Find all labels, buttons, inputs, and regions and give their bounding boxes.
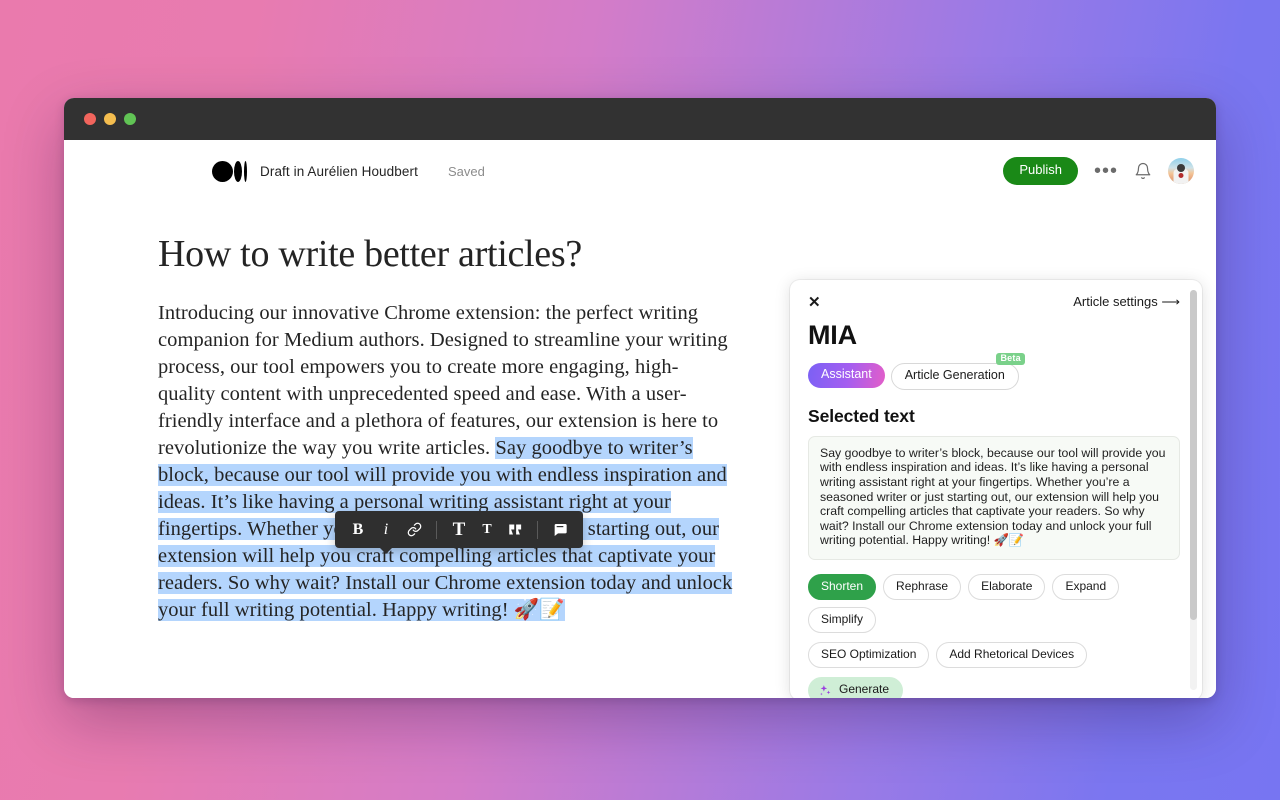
mia-topbar: ✕ Article settings ⟶ bbox=[804, 294, 1180, 310]
mia-panel: ✕ Article settings ⟶ MIA Assistant Artic… bbox=[790, 280, 1202, 698]
action-chips-row-1: Shorten Rephrase Elaborate Expand Simpli… bbox=[808, 573, 1180, 634]
quote-icon bbox=[508, 524, 521, 535]
link-icon bbox=[407, 522, 421, 537]
tab-article-generation[interactable]: Article Generation bbox=[890, 363, 1019, 390]
page-content: Draft in Aurélien Houdbert Saved Publish… bbox=[64, 140, 1216, 698]
tab-assistant[interactable]: Assistant bbox=[808, 363, 885, 388]
panel-scrollbar-thumb[interactable] bbox=[1190, 290, 1197, 620]
more-options-button[interactable]: ••• bbox=[1093, 159, 1118, 182]
selected-text-heading: Selected text bbox=[808, 405, 915, 426]
chip-shorten[interactable]: Shorten bbox=[808, 573, 877, 601]
minimize-window-button[interactable] bbox=[104, 113, 116, 125]
italic-button[interactable]: i bbox=[373, 515, 399, 545]
panel-scrollbar[interactable] bbox=[1190, 290, 1197, 690]
chip-add-rhetorical-devices[interactable]: Add Rhetorical Devices bbox=[936, 642, 1088, 669]
publish-button[interactable]: Publish bbox=[1003, 157, 1078, 185]
mia-tab-row: Assistant Article Generation Beta bbox=[808, 353, 1180, 390]
action-chips-row-2: SEO Optimization Add Rhetorical Devices bbox=[808, 642, 1180, 669]
toolbar-divider-2 bbox=[537, 520, 538, 539]
medium-logo-icon[interactable] bbox=[212, 160, 248, 182]
generate-button-label: Generate bbox=[839, 682, 890, 697]
saved-status-label: Saved bbox=[447, 163, 485, 179]
window-titlebar bbox=[64, 98, 1216, 140]
avatar[interactable] bbox=[1168, 157, 1194, 184]
notifications-button[interactable] bbox=[1134, 162, 1152, 180]
selected-text-box: Say goodbye to writer’s block, because o… bbox=[808, 435, 1180, 560]
toolbar-divider-1 bbox=[436, 520, 437, 539]
tab-article-generation-wrap: Article Generation Beta bbox=[890, 353, 1025, 390]
ellipsis-icon: ••• bbox=[1093, 159, 1118, 182]
bold-button[interactable]: B bbox=[345, 515, 371, 545]
article-editor[interactable]: How to write better articles? Introducin… bbox=[64, 202, 764, 624]
bell-icon bbox=[1135, 162, 1151, 180]
chip-elaborate[interactable]: Elaborate bbox=[968, 573, 1046, 601]
chip-simplify[interactable]: Simplify bbox=[808, 607, 877, 634]
heading-large-button[interactable]: T bbox=[446, 515, 472, 545]
article-title[interactable]: How to write better articles? bbox=[158, 232, 764, 278]
close-window-button[interactable] bbox=[84, 113, 96, 125]
medium-header: Draft in Aurélien Houdbert Saved Publish… bbox=[64, 140, 1216, 202]
beta-badge: Beta bbox=[996, 353, 1025, 365]
brand-group: Draft in Aurélien Houdbert Saved bbox=[212, 160, 485, 182]
heading-small-button[interactable]: T bbox=[474, 515, 500, 545]
chip-seo-optimization[interactable]: SEO Optimization bbox=[808, 642, 930, 669]
chip-expand[interactable]: Expand bbox=[1052, 573, 1120, 601]
traffic-light-group bbox=[84, 113, 136, 125]
blockquote-button[interactable] bbox=[502, 515, 528, 545]
format-toolbar[interactable]: B i T T bbox=[335, 511, 583, 554]
close-panel-button[interactable]: ✕ bbox=[804, 295, 825, 310]
header-actions: Publish ••• bbox=[1003, 157, 1194, 185]
comment-bubble-icon bbox=[554, 523, 567, 536]
article-settings-link[interactable]: Article settings ⟶ bbox=[1073, 294, 1180, 310]
app-window: Draft in Aurélien Houdbert Saved Publish… bbox=[64, 98, 1216, 698]
chip-rephrase[interactable]: Rephrase bbox=[883, 573, 962, 601]
comment-button[interactable] bbox=[547, 515, 573, 545]
article-body[interactable]: Introducing our innovative Chrome extens… bbox=[158, 300, 734, 624]
generate-button[interactable]: Generate bbox=[808, 677, 904, 698]
zoom-window-button[interactable] bbox=[124, 113, 136, 125]
article-paragraph-unselected: Introducing our innovative Chrome extens… bbox=[158, 301, 728, 459]
draft-label: Draft in Aurélien Houdbert bbox=[260, 163, 418, 179]
sparkle-icon bbox=[820, 684, 831, 695]
link-button[interactable] bbox=[401, 515, 427, 545]
mia-panel-title: MIA bbox=[808, 320, 857, 350]
